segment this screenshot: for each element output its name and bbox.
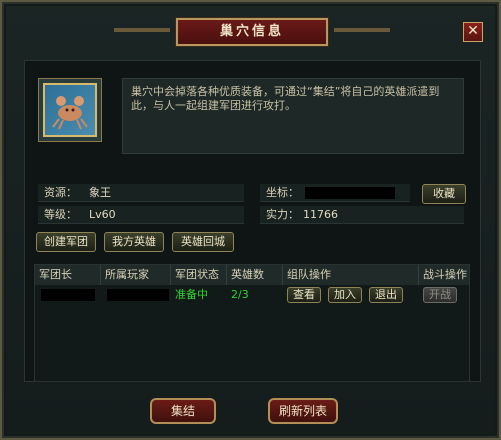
col-battle-actions: 战斗操作 <box>423 268 467 281</box>
coord-label: 坐标： <box>266 186 299 199</box>
coord-value-redacted <box>305 187 395 199</box>
col-status: 军团状态 <box>171 265 227 285</box>
refresh-list-button[interactable]: 刷新列表 <box>268 398 338 424</box>
lair-description: 巢穴中会掉落各种优质装备，可通过“集结”将自己的英雄派遣到此，与人一起组建军团进… <box>122 78 464 154</box>
lair-crab-icon <box>43 83 97 137</box>
lair-info-window: 巢穴信息 ✕ 巢穴中会掉落各种优质装备，可通过“集结”将自己的英雄派遣到此，与人… <box>0 0 501 440</box>
power-field: 实力： 11766 <box>260 206 464 224</box>
col-leader: 军团长 <box>35 265 101 285</box>
col-player: 所属玩家 <box>101 265 171 285</box>
heroes-return-button[interactable]: 英雄回城 <box>172 232 234 252</box>
resource-label: 资源： <box>44 186 77 199</box>
resource-value: 象王 <box>89 186 111 199</box>
col-team-actions: 组队操作 <box>283 265 419 285</box>
level-value: Lv60 <box>89 208 116 221</box>
legion-table: 军团长 所属玩家 军团状态 英雄数 组队操作 战斗操作 准备中 2/3 查看 加… <box>34 264 470 382</box>
heroes-cell: 2/3 <box>231 288 249 301</box>
power-label: 实力： <box>266 208 299 221</box>
leader-redacted <box>41 289 95 301</box>
quit-button[interactable]: 退出 <box>369 287 403 303</box>
table-header: 军团长 所属玩家 军团状态 英雄数 组队操作 战斗操作 <box>35 265 469 285</box>
leader-cell <box>37 285 97 305</box>
create-legion-button[interactable]: 创建军团 <box>36 232 96 252</box>
table-row: 准备中 2/3 查看 加入 退出 开战 <box>35 285 469 305</box>
join-button[interactable]: 加入 <box>328 287 362 303</box>
window-title: 巢穴信息 <box>176 18 328 46</box>
col-heroes: 英雄数 <box>227 265 283 285</box>
title-ornament-right <box>334 28 390 32</box>
view-button[interactable]: 查看 <box>287 287 321 303</box>
gather-button[interactable]: 集结 <box>150 398 216 424</box>
level-label: 等级： <box>44 208 77 221</box>
start-battle-button[interactable]: 开战 <box>423 287 457 303</box>
power-value: 11766 <box>303 208 338 221</box>
close-icon: ✕ <box>467 23 479 39</box>
coord-field: 坐标： <box>260 184 410 202</box>
favorite-button[interactable]: 收藏 <box>422 184 466 204</box>
resource-field: 资源： 象王 <box>38 184 244 202</box>
title-ornament-left <box>114 28 170 32</box>
lair-icon-frame <box>38 78 102 142</box>
player-redacted <box>107 289 169 301</box>
player-cell <box>103 285 169 305</box>
my-heroes-button[interactable]: 我方英雄 <box>104 232 164 252</box>
close-button[interactable]: ✕ <box>463 22 483 42</box>
level-field: 等级： Lv60 <box>38 206 244 224</box>
status-cell: 准备中 <box>175 288 208 301</box>
